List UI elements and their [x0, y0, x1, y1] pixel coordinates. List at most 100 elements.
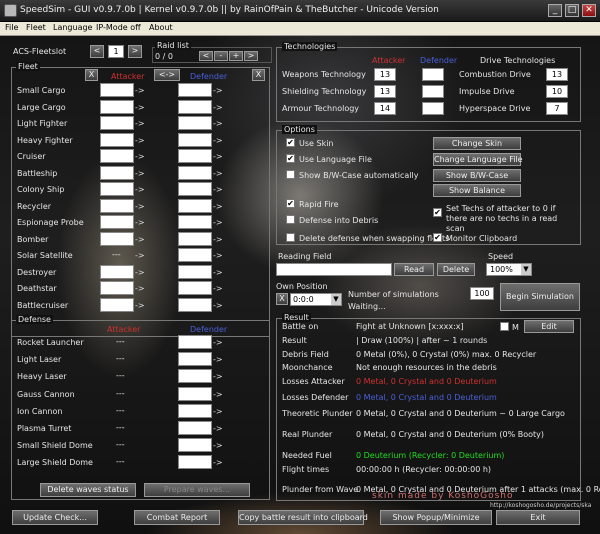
defense-defender-input-large-shield-dome[interactable]	[178, 455, 212, 470]
defense-defender-input-ion-cannon[interactable]	[178, 403, 212, 418]
use-language-file-checkbox[interactable]: ✔	[286, 154, 295, 163]
defense-label-heavy-laser: Heavy Laser	[17, 372, 67, 382]
fleet-defender-input-small-cargo[interactable]	[178, 83, 212, 97]
show-bw-case-button[interactable]: Show B/W-Case	[433, 169, 521, 182]
fleet-attacker-input-large-cargo[interactable]	[100, 99, 134, 114]
fleet-attacker-input-small-cargo[interactable]	[100, 83, 134, 97]
combat-report-button[interactable]: Combat Report	[134, 510, 220, 525]
tech-attacker-input-armour-technology[interactable]: 14	[374, 102, 396, 115]
fleet-attacker-input-light-fighter[interactable]	[100, 116, 134, 130]
menu-language[interactable]: Language	[53, 23, 92, 32]
raid-next-button[interactable]: >	[244, 51, 258, 61]
drive-input-combustion-drive[interactable]: 13	[546, 68, 568, 81]
menu-ip-mode[interactable]: IP-Mode off	[96, 23, 141, 32]
m-checkbox[interactable]	[500, 322, 509, 331]
drive-input-impulse-drive[interactable]: 10	[546, 85, 568, 98]
tech-attacker-input-weapons-technology[interactable]: 13	[374, 68, 396, 81]
fleet-swap-button[interactable]: <->	[154, 69, 180, 81]
fleet-defender-input-colony-ship[interactable]	[178, 182, 212, 196]
fleet-defender-input-deathstar[interactable]	[178, 281, 212, 295]
fleet-defender-input-large-cargo[interactable]	[178, 99, 212, 114]
speed-select[interactable]: 100% ▼	[486, 263, 532, 276]
fleet-defender-input-heavy-fighter[interactable]	[178, 132, 212, 147]
fleet-attacker-input-heavy-fighter[interactable]	[100, 132, 134, 147]
fleet-attacker-input-cruiser[interactable]	[100, 149, 134, 163]
fleet-defender-input-light-fighter[interactable]	[178, 116, 212, 130]
update-check-button[interactable]: Update Check...	[12, 510, 98, 525]
fleet-defender-input-destroyer[interactable]	[178, 264, 212, 279]
own-position-clear-button[interactable]: X	[276, 293, 288, 305]
show-balance-button[interactable]: Show Balance	[433, 184, 521, 197]
fleet-defender-input-bomber[interactable]	[178, 231, 212, 246]
raid-first-button[interactable]: <	[199, 51, 213, 61]
prepare-waves-button[interactable]: Prepare waves...	[144, 483, 250, 497]
minimize-button[interactable]: _	[548, 4, 562, 17]
copy-result-button[interactable]: Copy battle result into clipboard	[238, 510, 368, 525]
num-simulations-input[interactable]: 100	[470, 287, 494, 300]
arrow-icon: ->	[135, 218, 145, 227]
fleet-attacker-input-espionage-probe[interactable]	[100, 215, 134, 229]
menu-file[interactable]: File	[5, 23, 18, 32]
menu-fleet[interactable]: Fleet	[26, 23, 46, 32]
show-bw-checkbox[interactable]	[286, 170, 295, 179]
fleet-attacker-input-destroyer[interactable]	[100, 264, 134, 279]
fleet-attacker-input-recycler[interactable]	[100, 198, 134, 213]
tech-attacker-input-shielding-technology[interactable]: 13	[374, 85, 396, 98]
raid-remove-button[interactable]: -	[214, 51, 228, 61]
arrow-icon: ->	[213, 102, 223, 112]
fleet-defender-input-solar-satellite[interactable]	[178, 248, 212, 262]
use-skin-checkbox[interactable]: ✔	[286, 138, 295, 147]
change-language-button[interactable]: Change Language File	[433, 153, 523, 166]
fleet-attacker-input-deathstar[interactable]	[100, 281, 134, 295]
defense-attacker-disabled: ---	[116, 371, 125, 381]
fleet-attacker-input-battleship[interactable]	[100, 165, 134, 180]
defense-defender-input-light-laser[interactable]	[178, 352, 212, 367]
tech-defender-input-shielding-technology[interactable]	[422, 85, 444, 98]
show-popup-button[interactable]: Show Popup/Minimize	[380, 510, 492, 525]
menu-about[interactable]: About	[149, 23, 173, 32]
fleet-defender-input-recycler[interactable]	[178, 198, 212, 213]
delete-defense-swap-checkbox[interactable]	[286, 233, 295, 242]
fleet-defender-input-espionage-probe[interactable]	[178, 215, 212, 229]
defense-defender-input-heavy-laser[interactable]	[178, 369, 212, 384]
set-techs-checkbox[interactable]: ✔	[433, 208, 442, 217]
defense-defender-input-rocket-launcher[interactable]	[178, 335, 212, 349]
delete-button[interactable]: Delete	[437, 263, 475, 276]
fleet-defender-input-cruiser[interactable]	[178, 149, 212, 163]
acs-next-button[interactable]: >	[128, 45, 142, 58]
fleet-attacker-input-colony-ship[interactable]	[100, 182, 134, 196]
arrow-icon: ->	[213, 218, 223, 227]
tech-defender-input-armour-technology[interactable]	[422, 102, 444, 115]
close-button[interactable]: ✕	[582, 4, 596, 17]
rapid-fire-checkbox[interactable]: ✔	[286, 199, 295, 208]
raid-add-button[interactable]: +	[229, 51, 243, 61]
exit-button[interactable]: Exit	[496, 510, 580, 525]
begin-simulation-button[interactable]: Begin Simulation	[500, 283, 580, 311]
defense-label-ion-cannon: Ion Cannon	[17, 406, 63, 416]
reading-field-input[interactable]	[276, 263, 392, 276]
fleet-attacker-input-battlecruiser[interactable]	[100, 297, 134, 312]
defense-defender-input-gauss-cannon[interactable]	[178, 386, 212, 401]
tech-defender-input-weapons-technology[interactable]	[422, 68, 444, 81]
own-position-select[interactable]: 0:0:0 ▼	[290, 293, 342, 306]
defense-into-debris-checkbox[interactable]	[286, 215, 295, 224]
maximize-button[interactable]: □	[565, 4, 579, 17]
arrow-icon: ->	[213, 355, 223, 365]
change-skin-button[interactable]: Change Skin	[433, 137, 521, 150]
edit-button[interactable]: Edit	[524, 320, 574, 333]
monitor-clipboard-checkbox[interactable]: ✔	[433, 233, 442, 242]
acs-slot-input[interactable]: 1	[108, 45, 124, 58]
delete-waves-button[interactable]: Delete waves status	[40, 483, 136, 497]
fleet-clear-defender-button[interactable]: X	[252, 69, 265, 81]
read-button[interactable]: Read	[394, 263, 434, 276]
defense-defender-input-plasma-turret[interactable]	[178, 421, 212, 435]
result-key-needed-fuel: Needed Fuel	[282, 451, 332, 460]
fleet-defender-input-battlecruiser[interactable]	[178, 297, 212, 312]
defense-defender-input-small-shield-dome[interactable]	[178, 438, 212, 453]
fleet-clear-attacker-button[interactable]: X	[85, 69, 98, 81]
fleet-attacker-input-bomber[interactable]	[100, 231, 134, 246]
acs-prev-button[interactable]: <	[90, 45, 104, 58]
defense-attacker-disabled: ---	[116, 423, 125, 432]
fleet-defender-input-battleship[interactable]	[178, 165, 212, 180]
drive-input-hyperspace-drive[interactable]: 7	[546, 102, 568, 115]
